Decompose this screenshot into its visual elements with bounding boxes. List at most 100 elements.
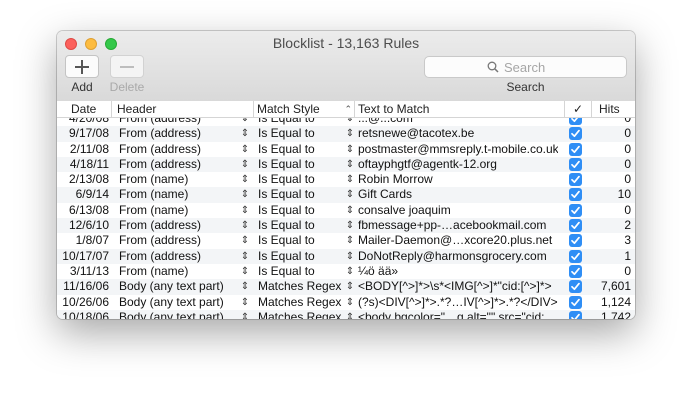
cell-match-style-select[interactable]: Is Equal to [258,118,348,126]
table-row[interactable]: 3/11/13 From (name) ⇕ Is Equal to ⇕ ¼ö ää» 0 [57,264,635,279]
popup-arrows-icon[interactable]: ⇕ [239,233,251,248]
popup-arrows-icon[interactable]: ⇕ [344,249,356,264]
cell-text-to-match[interactable]: <body bgcolor="…g alt="" src="cid: [358,310,558,319]
enabled-checkbox[interactable] [569,118,582,125]
cell-text-to-match[interactable]: Gift Cards [358,187,558,202]
enabled-checkbox[interactable] [569,249,582,263]
enabled-checkbox[interactable] [569,142,582,156]
table-row[interactable]: 2/11/08 From (address) ⇕ Is Equal to ⇕ postma… [57,142,635,157]
cell-match-style-select[interactable]: Is Equal to [258,187,348,202]
cell-text-to-match[interactable]: Mailer-Daemon@…xcore20.plus.net [358,233,558,248]
cell-text-to-match[interactable]: (?s)<DIV[^>]*>.*?…IV[^>]*>.*?</DIV> [358,295,558,310]
cell-match-style-select[interactable]: Is Equal to [258,264,348,279]
cell-match-style-select[interactable]: Matches Regex [258,295,348,310]
column-date[interactable]: Date [57,101,112,117]
popup-arrows-icon[interactable]: ⇕ [344,233,356,248]
popup-arrows-icon[interactable]: ⇕ [239,203,251,218]
popup-arrows-icon[interactable]: ⇕ [344,157,356,172]
popup-arrows-icon[interactable]: ⇕ [239,187,251,202]
table-row[interactable]: 10/26/06 Body (any text part) ⇕ Matches Reg… [57,295,635,310]
cell-text-to-match[interactable]: retsnewe@tacotex.be [358,126,558,141]
popup-arrows-icon[interactable]: ⇕ [239,264,251,279]
enabled-checkbox[interactable] [569,264,582,278]
search-input[interactable] [504,59,564,75]
popup-arrows-icon[interactable]: ⇕ [239,118,251,126]
popup-arrows-icon[interactable]: ⇕ [239,279,251,294]
cell-match-style-select[interactable]: Is Equal to [258,203,348,218]
cell-match-style-select[interactable]: Matches Regex [258,310,348,319]
table-row[interactable]: 12/6/10 From (address) ⇕ Is Equal to ⇕ fbmess… [57,218,635,234]
enabled-checkbox[interactable] [569,157,582,171]
cell-match-style-select[interactable]: Is Equal to [258,157,348,172]
table-row[interactable]: 11/16/06 Body (any text part) ⇕ Matches Reg… [57,279,635,295]
cell-header-select[interactable]: From (address) [119,142,239,157]
enabled-checkbox[interactable] [569,203,582,217]
column-match-style[interactable]: Match Style ⌃ [254,101,355,117]
cell-text-to-match[interactable]: Robin Morrow [358,172,558,187]
cell-text-to-match[interactable]: <BODY[^>]*>\s*<IMG[^>]*"cid:[^>]*> [358,279,558,294]
cell-match-style-select[interactable]: Is Equal to [258,249,348,264]
popup-arrows-icon[interactable]: ⇕ [344,295,356,310]
cell-header-select[interactable]: From (address) [119,249,239,264]
cell-match-style-select[interactable]: Is Equal to [258,218,348,233]
popup-arrows-icon[interactable]: ⇕ [239,172,251,187]
table-row[interactable]: 4/18/11 From (address) ⇕ Is Equal to ⇕ oftayp… [57,156,635,173]
cell-header-select[interactable]: From (address) [119,126,239,141]
add-button[interactable] [65,55,99,78]
table-row[interactable]: 10/17/07 From (address) ⇕ Is Equal to ⇕ DoNot… [57,248,635,264]
cell-text-to-match[interactable]: postmaster@mmsreply.t-mobile.co.uk [358,142,558,157]
popup-arrows-icon[interactable]: ⇕ [344,310,356,319]
cell-text-to-match[interactable]: consalve joaquim [358,203,558,218]
popup-arrows-icon[interactable]: ⇕ [344,172,356,187]
cell-header-select[interactable]: Body (any text part) [119,310,239,319]
enabled-checkbox[interactable] [569,173,582,187]
popup-arrows-icon[interactable]: ⇕ [344,203,356,218]
table-row[interactable]: 4/20/08 From (address) ⇕ Is Equal to ⇕ ...@..… [57,118,635,126]
cell-match-style-select[interactable]: Is Equal to [258,172,348,187]
popup-arrows-icon[interactable]: ⇕ [344,126,356,141]
delete-button[interactable] [110,55,144,78]
cell-match-style-select[interactable]: Matches Regex [258,279,348,294]
cell-header-select[interactable]: From (address) [119,233,239,248]
cell-header-select[interactable]: From (address) [119,218,239,233]
popup-arrows-icon[interactable]: ⇕ [239,295,251,310]
cell-header-select[interactable]: From (name) [119,172,239,187]
popup-arrows-icon[interactable]: ⇕ [344,264,356,279]
popup-arrows-icon[interactable]: ⇕ [344,218,356,233]
cell-header-select[interactable]: Body (any text part) [119,279,239,294]
enabled-checkbox[interactable] [569,280,582,294]
cell-match-style-select[interactable]: Is Equal to [258,142,348,157]
cell-match-style-select[interactable]: Is Equal to [258,233,348,248]
cell-header-select[interactable]: From (name) [119,203,239,218]
cell-header-select[interactable]: Body (any text part) [119,295,239,310]
table-row[interactable]: 6/13/08 From (name) ⇕ Is Equal to ⇕ consalve … [57,203,635,218]
table-row[interactable]: 6/9/14 From (name) ⇕ Is Equal to ⇕ Gift Cards… [57,187,635,203]
enabled-checkbox[interactable] [569,188,582,202]
enabled-checkbox[interactable] [569,234,582,248]
popup-arrows-icon[interactable]: ⇕ [239,142,251,157]
popup-arrows-icon[interactable]: ⇕ [239,249,251,264]
popup-arrows-icon[interactable]: ⇕ [344,187,356,202]
popup-arrows-icon[interactable]: ⇕ [239,157,251,172]
column-text-to-match[interactable]: Text to Match [355,101,565,117]
search-field[interactable] [424,56,627,78]
column-enabled[interactable]: ✓ [565,101,592,117]
popup-arrows-icon[interactable]: ⇕ [344,279,356,294]
cell-text-to-match[interactable]: oftayphgtf@agentk-12.org [358,157,558,172]
column-hits[interactable]: Hits [592,101,635,117]
cell-text-to-match[interactable]: DoNotReply@harmonsgrocery.com [358,249,558,264]
table-row[interactable]: 2/13/08 From (name) ⇕ Is Equal to ⇕ Robin Mor… [57,172,635,187]
enabled-checkbox[interactable] [569,127,582,141]
cell-text-to-match[interactable]: ¼ö ää» [358,264,558,279]
popup-arrows-icon[interactable]: ⇕ [239,218,251,233]
enabled-checkbox[interactable] [569,295,582,309]
cell-match-style-select[interactable]: Is Equal to [258,126,348,141]
column-header[interactable]: Header [112,101,254,117]
popup-arrows-icon[interactable]: ⇕ [239,310,251,319]
table-row[interactable]: 9/17/08 From (address) ⇕ Is Equal to ⇕ retsne… [57,126,635,142]
cell-text-to-match[interactable]: fbmessage+pp-…acebookmail.com [358,218,558,233]
table-row[interactable]: 10/18/06 Body (any text part) ⇕ Matches Reg… [57,309,635,319]
enabled-checkbox[interactable] [569,310,582,319]
cell-header-select[interactable]: From (name) [119,264,239,279]
cell-header-select[interactable]: From (address) [119,118,239,126]
